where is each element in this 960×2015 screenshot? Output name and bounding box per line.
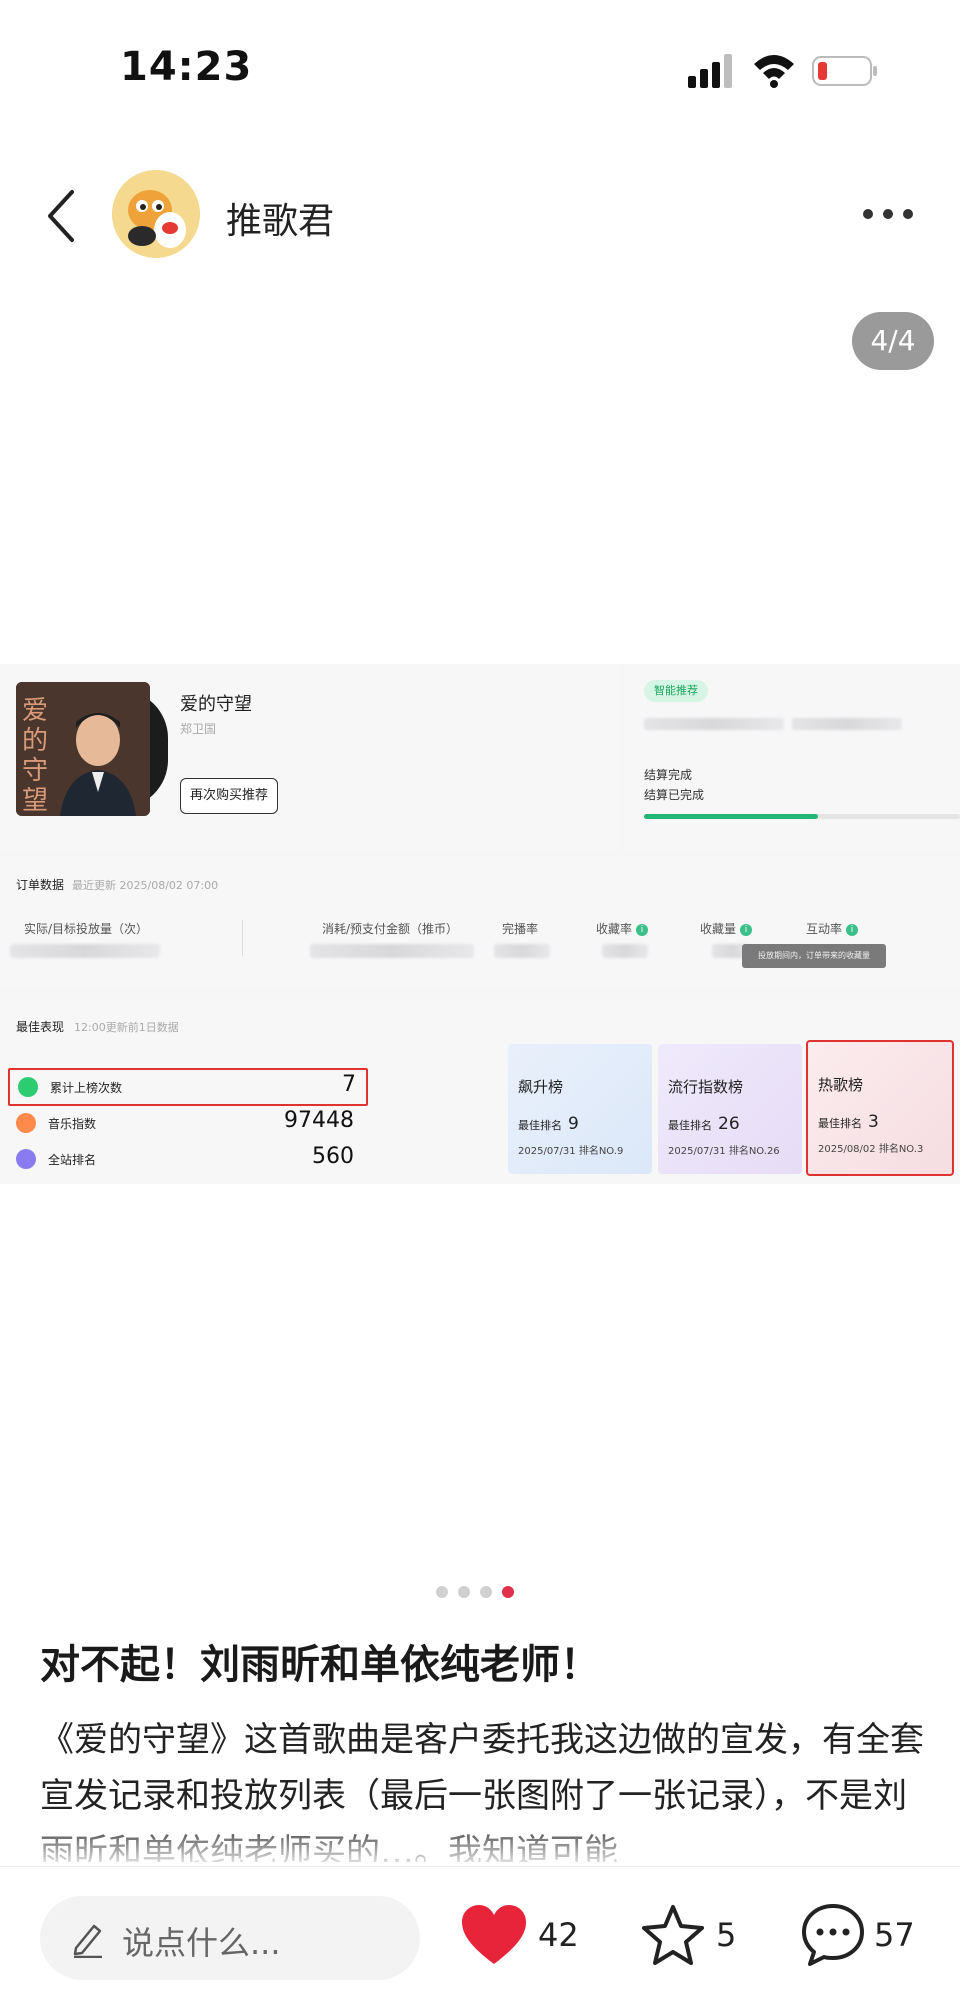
order-updated: 最近更新 2025/08/02 07:00 (72, 879, 219, 892)
rank-date: 2025/07/31 排名NO.9 (518, 1146, 624, 1157)
rank-date: 2025/08/02 排名NO.3 (818, 1144, 924, 1155)
battery-icon (812, 56, 877, 86)
best-updated: 12:00更新前1日数据 (74, 1021, 179, 1034)
order-col-1: 实际/目标投放量（次） (24, 922, 149, 936)
order-col-2: 消耗/预支付金额（推币） (322, 922, 459, 936)
best-title: 最佳表现 (16, 1020, 65, 1034)
stat-label: 音乐指数 (48, 1117, 97, 1131)
rank-date: 2025/07/31 排名NO.26 (668, 1146, 780, 1157)
favorite-count: 5 (716, 1916, 737, 1954)
rank-name: 流行指数榜 (668, 1078, 744, 1096)
cellular-signal-icon (688, 54, 732, 88)
star-badge-icon (18, 1077, 38, 1097)
smart-recommend-badge: 智能推荐 (644, 680, 708, 702)
rank-name: 热歌榜 (818, 1076, 864, 1094)
progress-fill (644, 814, 818, 819)
avatar[interactable] (112, 170, 200, 258)
stat-music-index: 音乐指数 97448 (8, 1106, 364, 1140)
order-col-4: 收藏率 i (596, 920, 649, 937)
stat-site-rank: 全站排名 560 (8, 1142, 364, 1176)
blurred-value (494, 944, 550, 958)
carousel-dot[interactable] (480, 1586, 492, 1598)
cover-title: 爱的守望 (22, 696, 49, 816)
trophy-icon (16, 1149, 36, 1169)
stat-value: 97448 (284, 1108, 354, 1133)
song-title: 爱的守望 (180, 694, 252, 715)
rebuy-button: 再次购买推荐 (180, 778, 278, 814)
settlement-detail: 结算已完成 (644, 788, 705, 802)
post-title: 对不起！刘雨昕和单依纯老师！ (40, 1642, 600, 1688)
wifi-icon (754, 55, 794, 88)
stat-value: 560 (312, 1144, 354, 1169)
rank-best: 最佳排名 9 (518, 1114, 579, 1134)
order-col-3: 完播率 (502, 922, 539, 936)
image-page-indicator: 4/4 (852, 312, 934, 370)
blurred-value (602, 944, 648, 958)
tooltip: 投放期间内，订单带来的收藏量 (742, 944, 886, 968)
blurred-value (310, 944, 474, 958)
comment-placeholder[interactable]: 说点什么... (122, 1918, 281, 1964)
carousel-dot-active[interactable] (502, 1586, 514, 1598)
like-count: 42 (538, 1916, 579, 1954)
cartoon-avatar-icon (112, 170, 200, 258)
order-data-title: 订单数据 (16, 878, 65, 892)
rank-best: 最佳排名 3 (818, 1112, 879, 1132)
rank-card-hot: 热歌榜 最佳排名 3 2025/08/02 排名NO.3 (806, 1040, 954, 1176)
chart-bars-icon (16, 1113, 36, 1133)
comment-bubble-icon[interactable] (800, 1902, 866, 1968)
favorite-star-icon[interactable] (640, 1904, 706, 1966)
carousel-dot[interactable] (436, 1586, 448, 1598)
order-col-5: 收藏量 i (700, 920, 753, 937)
rank-card-rising: 飙升榜 最佳排名 9 2025/07/31 排名NO.9 (508, 1044, 652, 1174)
status-time: 14:23 (120, 44, 253, 90)
album-cover: 爱的守望 (16, 682, 150, 816)
carousel-dot[interactable] (458, 1586, 470, 1598)
blurred-text (644, 718, 784, 730)
like-heart-icon[interactable] (460, 1904, 528, 1966)
text-fade (0, 1820, 960, 1870)
pencil-icon (73, 1924, 102, 1958)
rank-name: 飙升榜 (518, 1078, 564, 1096)
more-options-icon[interactable] (860, 206, 916, 222)
blurred-text (792, 718, 902, 730)
rank-best: 最佳排名 26 (668, 1114, 740, 1134)
comment-count: 57 (874, 1916, 915, 1954)
settlement-status: 结算完成 (644, 768, 693, 782)
username[interactable]: 推歌君 (226, 192, 334, 244)
rank-card-popular: 流行指数榜 最佳排名 26 2025/07/31 排名NO.26 (658, 1044, 802, 1174)
blurred-value (10, 944, 160, 958)
stat-label: 全站排名 (48, 1153, 97, 1167)
singer-name: 郑卫国 (180, 722, 217, 736)
stat-chart-count: 累计上榜次数 7 (8, 1068, 368, 1106)
order-col-6: 互动率 i (806, 920, 859, 937)
stat-label: 累计上榜次数 (50, 1081, 123, 1095)
stat-value: 7 (342, 1072, 356, 1097)
back-arrow-icon[interactable] (42, 188, 82, 244)
divider (242, 920, 243, 956)
